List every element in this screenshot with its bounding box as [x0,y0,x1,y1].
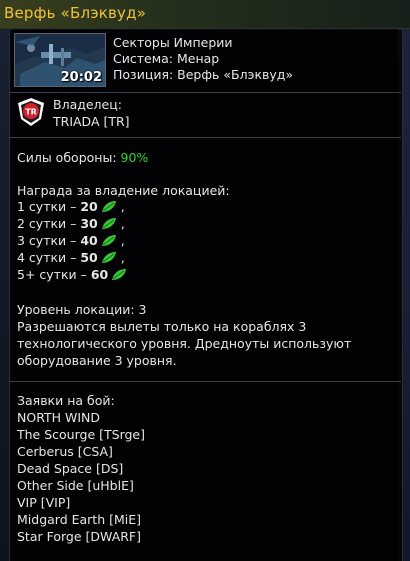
position-name: Позиция: Верфь «Блэквуд» [113,67,294,82]
defense-label: Силы обороны: [17,150,117,165]
battle-applicant: Midgard Earth [MiE] [17,512,142,527]
reward-suffix: , [120,199,125,214]
green-leaf-icon [101,235,116,246]
reward-amount: 20 [80,199,98,214]
divider [9,92,401,93]
level-description-line: Разрешаются вылеты только на кораблях 3 [17,319,307,334]
reward-amount: 30 [80,216,98,231]
reward-row: 3 сутки – 40 , [17,233,125,250]
reward-row: 5+ сутки – 60 [17,267,127,284]
owner-name[interactable]: TRIADA [TR] [53,114,130,129]
reward-amount: 60 [90,267,109,282]
session-timer: 20:02 [60,70,102,85]
reward-period: 1 сутки – [17,199,77,214]
tooltip-titlebar: Верфь «Блэквуд» [0,0,410,29]
reward-period: 3 сутки – [17,233,77,248]
location-title: Верфь «Блэквуд» [4,4,147,22]
reward-suffix: , [120,233,125,248]
reward-row: 2 сутки – 30 , [17,216,125,233]
location-level: Уровень локации: 3 [17,302,147,317]
reward-row: 4 сутки – 50 , [17,250,125,267]
battle-applicant: Other Side [uHblE] [17,478,134,493]
divider [9,137,401,138]
system-name: Система: Менар [113,51,220,66]
reward-heading: Награда за владение локацией: [17,183,230,198]
reward-amount: 50 [80,250,98,265]
reward-amount: 40 [80,233,98,248]
owner-label: Владелец: [53,97,122,112]
reward-suffix: , [120,250,125,265]
green-leaf-icon [101,201,116,212]
defense-line: Силы обороны: 90% [17,150,148,165]
battle-applicant: Star Forge [DWARF] [17,529,141,544]
battle-heading: Заявки на бой: [17,393,115,408]
triada-corp-emblem-icon: TR [18,98,44,126]
battle-applicant: VIP [VIP] [17,495,71,510]
reward-period: 4 сутки – [17,250,77,265]
reward-suffix: , [120,216,125,231]
level-description-line: оборудование 3 уровня. [17,353,177,368]
green-leaf-icon [101,252,116,263]
battle-applicant: NORTH WIND [17,410,100,425]
sector-name: Секторы Империи [113,35,233,50]
reward-period: 2 сутки – [17,216,77,231]
green-leaf-icon [101,218,116,229]
battle-applicant: Dead Space [DS] [17,461,124,476]
divider [9,381,401,382]
defense-value: 90% [120,150,149,165]
battle-applicant: Cerberus [CSA] [17,444,113,459]
location-thumbnail: 20:02 [14,33,106,87]
battle-applicant: The Scourge [TSrge] [17,427,145,442]
reward-period: 5+ сутки – [17,267,87,282]
green-leaf-icon [112,269,127,280]
level-description-line: технологического уровня. Дредноуты испол… [17,336,352,351]
svg-text:TR: TR [25,108,37,117]
reward-row: 1 сутки – 20 , [17,199,125,216]
